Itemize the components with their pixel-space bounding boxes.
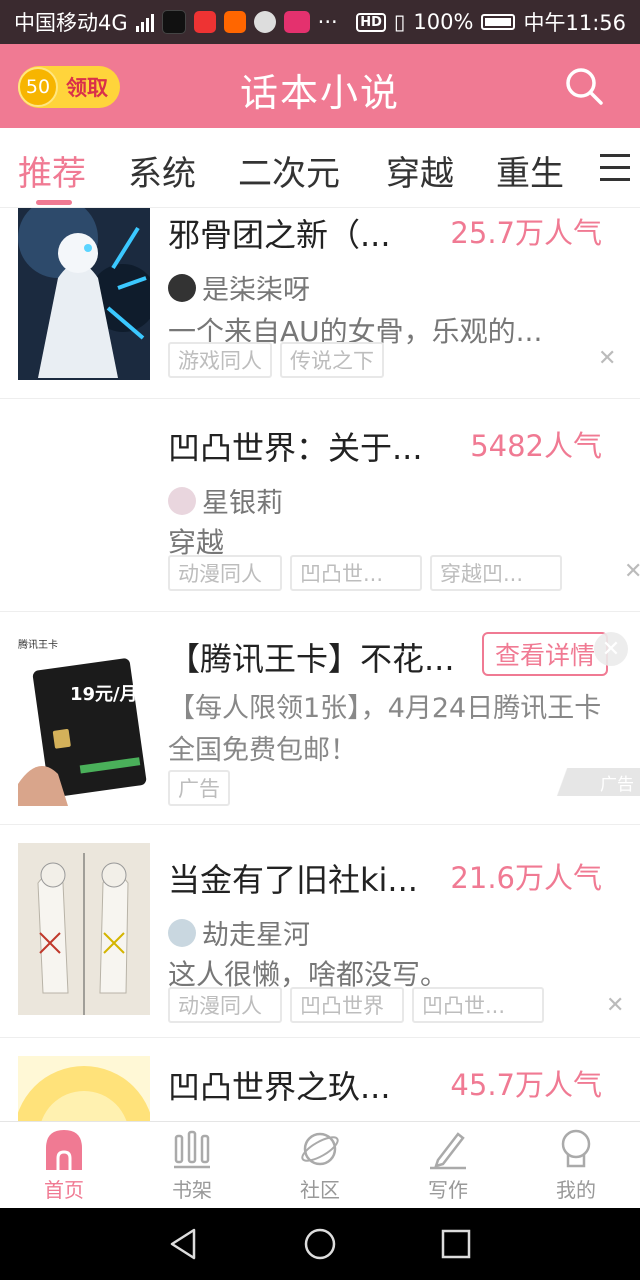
ad-card-price: 19元/月	[70, 684, 138, 705]
home-circle-icon[interactable]	[302, 1226, 338, 1262]
home-icon	[46, 1130, 82, 1170]
close-icon[interactable]: ✕	[624, 559, 640, 584]
time-label: 中午11:56	[523, 11, 626, 35]
tabs-menu-icon[interactable]	[600, 154, 630, 182]
battery-icon	[481, 14, 516, 30]
tag[interactable]: 游戏同人	[168, 342, 272, 378]
popularity-label: 25.7万人气	[450, 216, 602, 250]
back-icon[interactable]	[166, 1226, 202, 1262]
tag-row: 动漫同人 凹凸世界 凹凸世...	[168, 987, 544, 1023]
nav-bookshelf[interactable]: 书架	[128, 1128, 256, 1203]
nav-profile[interactable]: 我的	[512, 1128, 640, 1203]
avatar	[168, 486, 196, 515]
hd-icon: HD	[356, 12, 386, 32]
ad-card-brand: 腾讯王卡	[18, 640, 58, 651]
nav-label: 写作	[428, 1178, 468, 1202]
tag[interactable]: 穿越凹...	[430, 555, 562, 591]
app-title: 话本小说	[239, 71, 400, 115]
popularity-label: 21.6万人气	[450, 861, 602, 895]
tiktok-icon	[161, 10, 186, 34]
author-row[interactable]: 劫走星河	[168, 913, 310, 952]
nav-label: 我的	[556, 1178, 596, 1202]
tab-recommend[interactable]: 推荐	[18, 146, 86, 195]
carrier-label: 中国移动4G	[14, 11, 128, 35]
avatar	[168, 918, 196, 947]
popularity-label: 5482人气	[470, 429, 602, 463]
ad-title[interactable]: 【腾讯王卡】不花...	[168, 634, 455, 680]
tag[interactable]: 传说之下	[280, 342, 384, 378]
ad-mark: 广告	[556, 768, 640, 796]
book-title[interactable]: 凹凸世界之玖...	[168, 1062, 391, 1108]
list-item[interactable]: 凹凸世界：关于... 5482人气 星银莉 穿越 动漫同人 凹凸世... 穿越凹…	[0, 399, 640, 612]
shop-app-icon	[283, 11, 310, 33]
tab-indicator	[36, 200, 72, 205]
tag-row: 游戏同人 传说之下	[168, 342, 384, 378]
nav-home[interactable]: 首页	[0, 1128, 128, 1203]
book-title[interactable]: 当金有了旧社ki...	[168, 855, 418, 901]
bookshelf-icon	[174, 1130, 210, 1169]
tab-rebirth[interactable]: 重生	[496, 146, 564, 195]
author-name: 劫走星河	[202, 920, 310, 951]
book-cover[interactable]	[18, 208, 150, 380]
ad-description: 【每人限领1张】，4月24日腾讯王卡全国免费包邮！	[168, 693, 602, 766]
author-name: 是柒柒呀	[202, 275, 310, 306]
search-icon[interactable]	[564, 66, 604, 106]
view-details-button[interactable]: 查看详情	[482, 632, 608, 676]
status-right: HD ▯ 100% 中午11:56	[356, 7, 626, 37]
list-item[interactable]: 邪骨团之新（... 25.7万人气 是柒柒呀 一个来自AU的女骨，乐观的... …	[0, 208, 640, 399]
video-app-icon	[223, 11, 246, 33]
ad-tag: 广告	[168, 770, 230, 806]
ad-image[interactable]: 腾讯王卡 19元/月	[18, 634, 150, 806]
profile-icon	[561, 1129, 591, 1168]
bottom-nav: 首页 书架 社区 写作 我的	[0, 1121, 640, 1208]
battery-label: 100%	[413, 10, 474, 34]
tag[interactable]: 凹凸世...	[412, 987, 544, 1023]
story-feed[interactable]: 邪骨团之新（... 25.7万人气 是柒柒呀 一个来自AU的女骨，乐观的... …	[0, 208, 640, 1121]
book-title[interactable]: 凹凸世界：关于...	[168, 423, 423, 469]
message-icon	[253, 11, 276, 33]
signal-icon	[135, 12, 154, 32]
tag[interactable]: 动漫同人	[168, 555, 282, 591]
book-title[interactable]: 邪骨团之新（...	[168, 210, 391, 256]
status-left: 中国移动4G ···	[14, 7, 338, 37]
ad-mark-label: 广告	[600, 774, 634, 795]
tab-anime[interactable]: 二次元	[238, 146, 340, 195]
book-cover[interactable]	[18, 843, 150, 1015]
pen-icon	[430, 1132, 466, 1170]
system-nav-bar	[0, 1208, 640, 1280]
book-cover[interactable]	[18, 1056, 150, 1121]
nav-community[interactable]: 社区	[256, 1128, 384, 1203]
author-name: 星银莉	[202, 488, 283, 519]
vibrate-icon: ▯	[393, 10, 406, 34]
nav-label: 首页	[44, 1178, 84, 1202]
close-icon[interactable]: ✕	[598, 346, 616, 371]
recents-icon[interactable]	[438, 1226, 474, 1262]
author-row[interactable]: 星银莉	[168, 481, 283, 520]
tab-time-travel[interactable]: 穿越	[386, 146, 454, 195]
tab-system[interactable]: 系统	[128, 146, 196, 195]
app-header: 50 领取 话本小说	[0, 44, 640, 128]
category-tabs: 推荐 系统 二次元 穿越 重生	[0, 128, 640, 208]
tag[interactable]: 动漫同人	[168, 987, 282, 1023]
nav-label: 社区	[300, 1178, 340, 1202]
huawei-icon	[193, 11, 216, 33]
more-notifications-icon: ···	[317, 10, 338, 34]
list-item[interactable]: 凹凸世界之玖... 45.7万人气	[0, 1038, 640, 1121]
close-icon[interactable]: ✕	[606, 993, 624, 1018]
avatar	[168, 273, 196, 302]
tag-row: 动漫同人 凹凸世... 穿越凹...	[168, 555, 562, 591]
status-bar: 中国移动4G ··· HD ▯ 100% 中午11:56	[0, 0, 640, 44]
nav-write[interactable]: 写作	[384, 1128, 512, 1203]
nav-label: 书架	[172, 1178, 212, 1202]
popularity-label: 45.7万人气	[450, 1068, 602, 1102]
tag[interactable]: 凹凸世...	[290, 555, 422, 591]
planet-icon	[301, 1132, 339, 1166]
list-item[interactable]: 当金有了旧社ki... 21.6万人气 劫走星河 这人很懒，啥都没写。 动漫同人…	[0, 825, 640, 1038]
ad-card[interactable]: 腾讯王卡 19元/月 【腾讯王卡】不花... 查看详情 ✕ 【每人限领1张】，4…	[0, 612, 640, 825]
close-ad-icon[interactable]: ✕	[594, 632, 628, 666]
author-row[interactable]: 是柒柒呀	[168, 268, 310, 307]
tag[interactable]: 凹凸世界	[290, 987, 404, 1023]
